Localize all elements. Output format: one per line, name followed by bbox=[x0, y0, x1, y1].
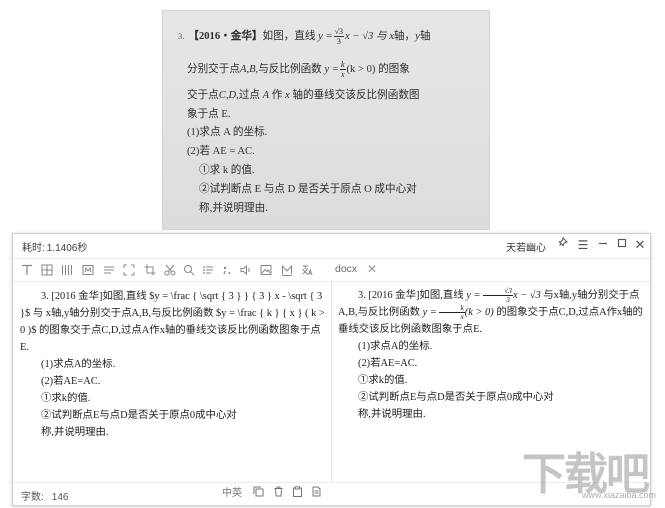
menu-icon[interactable]: ☰ bbox=[575, 237, 591, 253]
fraction-numerator: k bbox=[339, 60, 346, 71]
raw-line-2: (1)求点A的坐标. bbox=[41, 359, 116, 370]
markdown-icon[interactable] bbox=[279, 262, 295, 278]
screenshot-icon[interactable] bbox=[121, 262, 137, 278]
title-bar[interactable]: 耗时: 1.1406秒 天若幽心 ☰ ✕ bbox=[13, 234, 650, 259]
photo-text: 作 bbox=[271, 90, 283, 101]
pin-icon[interactable] bbox=[554, 237, 570, 253]
rendered-math: (k > 0) bbox=[464, 307, 494, 319]
tab-close-icon[interactable]: ✕ bbox=[367, 262, 377, 276]
raw-line-4: ①求k的值. bbox=[41, 393, 91, 404]
photo-text: 轴的垂线交该反比例函数图 bbox=[292, 90, 420, 101]
search-icon[interactable] bbox=[181, 262, 197, 278]
rendered-math: y = bbox=[466, 290, 481, 301]
fraction-numerator: √3 bbox=[333, 27, 345, 38]
rendered-paragraph-1: 3. [2016 金华]如图,直线 y = √3 3 x − √3 与x轴,y轴分别… bbox=[338, 287, 644, 338]
close-icon[interactable]: ✕ bbox=[632, 237, 648, 253]
fraction-denominator: 3 bbox=[506, 295, 510, 305]
photo-line-3: 交于点C,D,过点 A 作 x 轴的垂线交该反比例函数图 bbox=[187, 86, 420, 106]
fraction-denominator: x bbox=[460, 312, 464, 322]
raw-paragraph-1: 3. [2016 金华]如图,直线 $y = \frac { \sqrt { 3… bbox=[20, 291, 325, 353]
photo-line-7: ①求 k 的值. bbox=[199, 165, 255, 176]
photo-text: 轴 bbox=[419, 31, 431, 42]
raw-line-6: 称,并说明理由. bbox=[41, 427, 109, 438]
elapsed-label: 耗时: bbox=[22, 243, 45, 254]
merge-icon[interactable] bbox=[80, 262, 96, 278]
photo-tag: 【2016・金华】 bbox=[188, 31, 263, 42]
fraction-denominator: 3 bbox=[336, 37, 341, 47]
raw-text-content[interactable]: 3. [2016 金华]如图,直线 $y = \frac { \sqrt { 3… bbox=[20, 288, 328, 441]
paste-icon[interactable] bbox=[290, 486, 305, 501]
rendered-text: 3. [2016 金华]如图,直线 bbox=[358, 290, 464, 301]
photo-number: 3. bbox=[178, 31, 185, 41]
speaker-icon[interactable] bbox=[238, 262, 254, 278]
watermark-url: www.xiazaiba.com bbox=[581, 490, 656, 500]
word-count-label: 字数: bbox=[21, 492, 44, 503]
photo-text: 与反比例函数 bbox=[258, 64, 322, 75]
photo-math: x − √3 与 bbox=[345, 31, 387, 42]
rendered-line-4: ①求k的值. bbox=[358, 375, 408, 387]
photo-text: 轴， bbox=[393, 31, 416, 42]
photo-line-9: 称,并说明理由. bbox=[199, 203, 268, 214]
photo-math: y = bbox=[318, 31, 333, 42]
site-watermark: 下载吧 www.xiazaiba.com bbox=[522, 440, 660, 500]
app-name: 天若幽心 bbox=[506, 243, 546, 254]
photo-text: 分别交于点 bbox=[187, 64, 240, 75]
rendered-line-2: (1)求点A的坐标. bbox=[358, 341, 433, 353]
photo-math: x bbox=[285, 90, 290, 101]
elapsed-value: 1.1406秒 bbox=[46, 243, 88, 254]
raw-line-3: (2)若AE=AC. bbox=[41, 376, 101, 387]
word-count: 字数: 146 bbox=[21, 488, 68, 503]
translate-icon[interactable] bbox=[299, 262, 315, 278]
list-icon[interactable] bbox=[200, 262, 216, 278]
photo-line-2: 分别交于点A,B,与反比例函数 y = k x (k > 0) 的图象 bbox=[187, 60, 410, 80]
source-image: 3. 【2016・金华】如图，直线 y = √3 3 x − √3 与 x轴，y轴 分别… bbox=[162, 10, 490, 230]
photo-text: (k > 0) 的图象 bbox=[346, 64, 410, 75]
photo-line-1: 3. 【2016・金华】如图，直线 y = √3 3 x − √3 与 x轴，y轴 bbox=[178, 26, 430, 47]
table-icon[interactable] bbox=[39, 262, 55, 278]
minimize-icon[interactable] bbox=[595, 237, 611, 253]
photo-line-4: 象于点 E. bbox=[187, 109, 231, 120]
language-toggle-button[interactable]: 中英 bbox=[219, 486, 245, 501]
tab-docx[interactable]: docx bbox=[335, 263, 357, 275]
fraction-denominator: x bbox=[340, 70, 345, 80]
rendered-content: 3. [2016 金华]如图,直线 y = √3 3 x − √3 与x轴,y轴分别… bbox=[338, 287, 644, 423]
photo-math: y = bbox=[324, 64, 339, 75]
punctuation-icon[interactable] bbox=[219, 262, 235, 278]
rendered-math: x − √3 bbox=[512, 290, 541, 301]
maximize-icon[interactable] bbox=[614, 237, 630, 253]
crop-icon[interactable] bbox=[142, 262, 158, 278]
rendered-line-3: (2)若AE=AC. bbox=[358, 358, 418, 370]
photo-math: C,D, bbox=[218, 90, 239, 101]
photo-line-8: ②试判断点 E 与点 D 是否关于原点 O 成中心对 bbox=[199, 184, 417, 195]
photo-text: 如图，直线 bbox=[262, 31, 316, 42]
rendered-math: y = bbox=[422, 307, 437, 319]
document-icon[interactable] bbox=[309, 486, 324, 501]
rendered-line-5: ②试判断点E与点D是否关于原点0成中心对 bbox=[358, 392, 554, 404]
cut-icon[interactable] bbox=[162, 262, 178, 278]
photo-math: A bbox=[262, 90, 270, 101]
text-format-icon[interactable] bbox=[19, 262, 35, 278]
toolbar: docx ✕ bbox=[13, 259, 650, 282]
photo-math: A,B, bbox=[239, 64, 259, 75]
copy-icon[interactable] bbox=[251, 486, 266, 501]
raw-text-pane[interactable]: 3. [2016 金华]如图,直线 $y = \frac { \sqrt { 3… bbox=[13, 282, 332, 482]
photo-line-6: (2)若 AE = AC. bbox=[187, 146, 255, 157]
photo-fraction: √3 3 bbox=[333, 27, 345, 47]
photo-fraction: kx bbox=[339, 60, 346, 80]
photo-text: 过点 bbox=[238, 90, 260, 101]
word-count-value: 146 bbox=[51, 492, 69, 503]
rendered-line-6: 称,并说明理由. bbox=[358, 409, 426, 421]
image-icon[interactable] bbox=[258, 262, 274, 278]
photo-line-5: (1)求点 A 的坐标. bbox=[187, 127, 268, 138]
rendered-fraction: √3 3 bbox=[483, 287, 513, 304]
delete-icon[interactable] bbox=[271, 486, 286, 501]
columns-icon[interactable] bbox=[59, 262, 75, 278]
photo-text: 交于点 bbox=[187, 90, 219, 101]
rendered-fraction: kx bbox=[439, 304, 465, 322]
split-icon[interactable] bbox=[101, 262, 117, 278]
raw-line-5: ②试判断点E与点D是否关于原点0成中心对 bbox=[41, 410, 237, 421]
elapsed-time: 耗时: 1.1406秒 bbox=[22, 239, 87, 254]
